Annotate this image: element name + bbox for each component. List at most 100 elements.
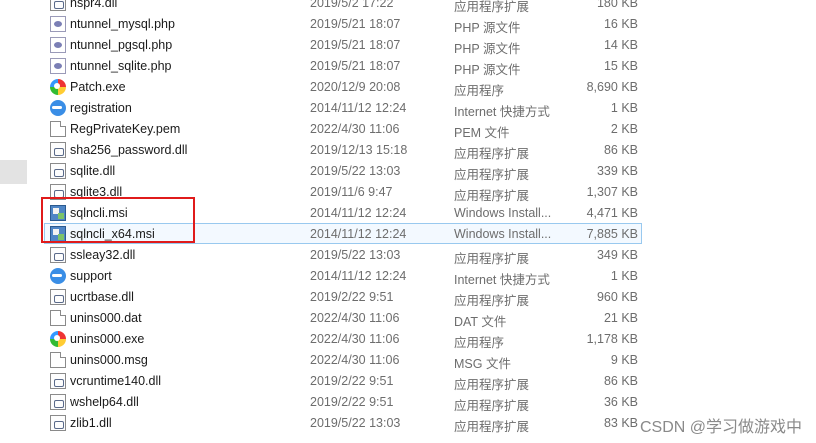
file-name: ucrtbase.dll xyxy=(70,290,134,304)
file-row[interactable]: sqlite.dll 2019/5/22 13:03 应用程序扩展 339 KB xyxy=(44,160,642,182)
file-name: unins000.dat xyxy=(70,311,142,325)
file-size: 4,471 KB xyxy=(586,206,638,220)
file-name: sqlncli_x64.msi xyxy=(70,227,155,241)
file-name: sha256_password.dll xyxy=(70,143,188,157)
file-name: ntunnel_sqlite.php xyxy=(70,59,172,73)
file-row[interactable]: ntunnel_mysql.php 2019/5/21 18:07 PHP 源文件 1… xyxy=(44,13,642,35)
file-row[interactable]: zlib1.dll 2019/5/22 13:03 应用程序扩展 83 KB xyxy=(44,412,642,434)
msi-icon xyxy=(50,205,66,221)
dll-icon xyxy=(50,289,66,305)
file-date: 2019/5/21 18:07 xyxy=(310,38,401,52)
php-icon xyxy=(50,16,66,32)
dll-icon xyxy=(50,0,66,11)
dll-icon xyxy=(50,184,66,200)
file-size: 86 KB xyxy=(603,143,638,157)
php-icon xyxy=(50,58,66,74)
file-size: 8,690 KB xyxy=(586,80,638,94)
file-name: ntunnel_pgsql.php xyxy=(70,38,173,52)
file-name: unins000.exe xyxy=(70,332,145,346)
link-icon xyxy=(50,268,66,284)
file-date: 2019/2/22 9:51 xyxy=(310,374,394,388)
file-name: registration xyxy=(70,101,132,115)
file-size: 1 KB xyxy=(610,269,638,283)
file-date: 2019/5/22 13:03 xyxy=(310,416,401,430)
file-size: 349 KB xyxy=(596,248,638,262)
file-row[interactable]: sqlncli_x64.msi 2014/11/12 12:24 Windows I… xyxy=(44,223,642,244)
file-date: 2022/4/30 11:06 xyxy=(310,353,400,367)
dll-icon xyxy=(50,247,66,263)
php-icon xyxy=(50,37,66,53)
dll-icon xyxy=(50,373,66,389)
file-name: sqlite3.dll xyxy=(70,185,123,199)
file-date: 2019/5/21 18:07 xyxy=(310,59,401,73)
file-name: wshelp64.dll xyxy=(70,395,139,409)
file-size: 14 KB xyxy=(603,38,638,52)
file-date: 2019/12/13 15:18 xyxy=(310,143,408,157)
file-size: 36 KB xyxy=(603,395,638,409)
file-name: nspr4.dll xyxy=(70,0,118,10)
file-size: 15 KB xyxy=(603,59,638,73)
file-row[interactable]: unins000.msg 2022/4/30 11:06 MSG 文件 9 KB xyxy=(44,349,642,371)
file-size: 7,885 KB xyxy=(586,227,638,241)
document-icon xyxy=(50,121,66,137)
file-name: unins000.msg xyxy=(70,353,148,367)
file-name: Patch.exe xyxy=(70,80,126,94)
file-size: 180 KB xyxy=(596,0,638,10)
dll-icon xyxy=(50,163,66,179)
file-size: 86 KB xyxy=(603,374,638,388)
file-size: 1,178 KB xyxy=(586,332,638,346)
file-row[interactable]: unins000.dat 2022/4/30 11:06 DAT 文件 21 KB xyxy=(44,307,642,329)
file-row[interactable]: ntunnel_sqlite.php 2019/5/21 18:07 PHP 源文件… xyxy=(44,55,642,77)
file-type: Windows Install... xyxy=(454,206,552,220)
watermark: CSDN @学习做游戏中 xyxy=(639,419,802,436)
document-icon xyxy=(50,310,66,326)
navigation-pane-edge xyxy=(0,160,27,184)
file-name: RegPrivateKey.pem xyxy=(70,122,181,136)
file-name: sqlite.dll xyxy=(70,164,116,178)
file-row[interactable]: wshelp64.dll 2019/2/22 9:51 应用程序扩展 36 KB xyxy=(44,391,642,413)
file-row[interactable]: nspr4.dll 2019/5/2 17:22 应用程序扩展 180 KB xyxy=(44,0,642,14)
file-row[interactable]: sqlncli.msi 2014/11/12 12:24 Windows Insta… xyxy=(44,202,642,223)
file-name: sqlncli.msi xyxy=(70,206,128,220)
file-row[interactable]: registration 2014/11/12 12:24 Internet 快捷方… xyxy=(44,97,642,119)
file-row[interactable]: unins000.exe 2022/4/30 11:06 应用程序 1,178 KB xyxy=(44,328,642,350)
file-date: 2019/5/21 18:07 xyxy=(310,17,401,31)
file-date: 2014/11/12 12:24 xyxy=(310,227,407,241)
file-name: support xyxy=(70,269,112,283)
document-icon xyxy=(50,352,66,368)
file-date: 2020/12/9 20:08 xyxy=(310,80,401,94)
file-size: 960 KB xyxy=(596,290,638,304)
file-date: 2019/2/22 9:51 xyxy=(310,290,394,304)
file-size: 21 KB xyxy=(603,311,638,325)
file-date: 2019/2/22 9:51 xyxy=(310,395,394,409)
file-size: 83 KB xyxy=(603,416,638,430)
file-size: 1,307 KB xyxy=(586,185,638,199)
file-size: 1 KB xyxy=(610,101,638,115)
file-date: 2019/5/22 13:03 xyxy=(310,248,401,262)
file-row[interactable]: RegPrivateKey.pem 2022/4/30 11:06 PEM 文件 2 … xyxy=(44,118,642,140)
file-row[interactable]: vcruntime140.dll 2019/2/22 9:51 应用程序扩展 86 K… xyxy=(44,370,642,392)
file-date: 2014/11/12 12:24 xyxy=(310,101,407,115)
file-row[interactable]: ntunnel_pgsql.php 2019/5/21 18:07 PHP 源文件 1… xyxy=(44,34,642,56)
file-date: 2014/11/12 12:24 xyxy=(310,206,407,220)
file-date: 2014/11/12 12:24 xyxy=(310,269,407,283)
file-name: ntunnel_mysql.php xyxy=(70,17,175,31)
file-size: 9 KB xyxy=(610,353,638,367)
dll-icon xyxy=(50,394,66,410)
file-row[interactable]: sha256_password.dll 2019/12/13 15:18 应用程序扩… xyxy=(44,139,642,161)
file-type: Windows Install... xyxy=(454,227,552,241)
file-date: 2022/4/30 11:06 xyxy=(310,122,400,136)
file-row[interactable]: ucrtbase.dll 2019/2/22 9:51 应用程序扩展 960 KB xyxy=(44,286,642,308)
file-size: 16 KB xyxy=(603,17,638,31)
file-date: 2019/5/2 17:22 xyxy=(310,0,394,10)
file-date: 2022/4/30 11:06 xyxy=(310,332,400,346)
file-row[interactable]: support 2014/11/12 12:24 Internet 快捷方式 1 KB xyxy=(44,265,642,287)
file-name: zlib1.dll xyxy=(70,416,112,430)
file-row[interactable]: ssleay32.dll 2019/5/22 13:03 应用程序扩展 349 KB xyxy=(44,244,642,266)
file-date: 2022/4/30 11:06 xyxy=(310,311,400,325)
dll-icon xyxy=(50,142,66,158)
link-icon xyxy=(50,100,66,116)
file-row[interactable]: Patch.exe 2020/12/9 20:08 应用程序 8,690 KB xyxy=(44,76,642,98)
file-row[interactable]: sqlite3.dll 2019/11/6 9:47 应用程序扩展 1,307 KB xyxy=(44,181,642,203)
file-type: 应用程序扩展 xyxy=(454,420,530,434)
